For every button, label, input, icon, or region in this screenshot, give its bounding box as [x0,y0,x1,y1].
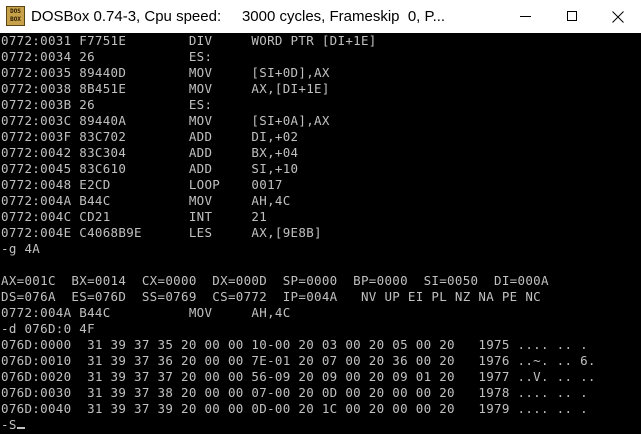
window-title: DOSBox 0.74-3, Cpu speed: 3000 cycles, F… [31,8,446,25]
console-line: 076D:0020 31 39 37 37 20 00 00 56-09 20 … [1,369,596,384]
console-line: 0772:0042 83C304 ADD BX,+04 [1,145,299,160]
text-cursor [16,427,25,429]
prompt-line[interactable]: -S [1,417,25,433]
title-bar[interactable]: DOS BOX DOSBox 0.74-3, Cpu speed: 3000 c… [0,0,641,34]
icon-text-top: DOS [10,8,21,15]
console-line: 0772:004A B44C MOV AH,4C [1,305,291,320]
minimize-button[interactable] [503,0,549,34]
console-line: 0772:004C CD21 INT 21 [1,209,268,224]
maximize-icon [567,11,577,21]
console-line: -d 076D:0 4F [1,321,95,336]
console-line: 0772:0035 89440D MOV [SI+0D],AX [1,65,330,80]
console-line: 0772:003F 83C702 ADD DI,+02 [1,129,299,144]
close-button[interactable] [595,0,641,34]
console-line: 0772:0048 E2CD LOOP 0017 [1,177,283,192]
prompt-text: -S [1,417,17,432]
console-line: 0772:0038 8B451E MOV AX,[DI+1E] [1,81,330,96]
console-line: DS=076A ES=076D SS=0769 CS=0772 IP=004A … [1,289,541,304]
console-line: -g 4A [1,241,41,256]
console-line: 076D:0000 31 39 37 35 20 00 00 10-00 20 … [1,337,588,352]
console-line: AX=001C BX=0014 CX=0000 DX=000D SP=0000 … [1,273,549,288]
dosbox-icon[interactable]: DOS BOX [6,6,25,26]
console-line: 076D:0040 31 39 37 39 20 00 00 0D-00 20 … [1,401,588,416]
dos-console[interactable]: 0772:0031 F7751E DIV WORD PTR [DI+1E] 07… [0,33,641,434]
console-line: 0772:003B 26 ES: [1,97,213,112]
dosbox-window: DOS BOX DOSBox 0.74-3, Cpu speed: 3000 c… [0,0,641,434]
console-line: 0772:0034 26 ES: [1,49,213,64]
console-line: 0772:0045 83C610 ADD SI,+10 [1,161,299,176]
close-icon [612,11,624,23]
console-line: 0772:003C 89440A MOV [SI+0A],AX [1,113,330,128]
minimize-icon [520,16,531,17]
console-line: 0772:004E C4068B9E LES AX,[9E8B] [1,225,322,240]
console-line: 076D:0030 31 39 37 38 20 00 00 07-00 20 … [1,385,588,400]
console-line: 076D:0010 31 39 37 36 20 00 00 7E-01 20 … [1,353,596,368]
icon-text-bottom: BOX [10,16,21,23]
maximize-button[interactable] [549,0,595,34]
console-line: 0772:0031 F7751E DIV WORD PTR [DI+1E] [1,33,377,48]
console-line: 0772:004A B44C MOV AH,4C [1,193,291,208]
